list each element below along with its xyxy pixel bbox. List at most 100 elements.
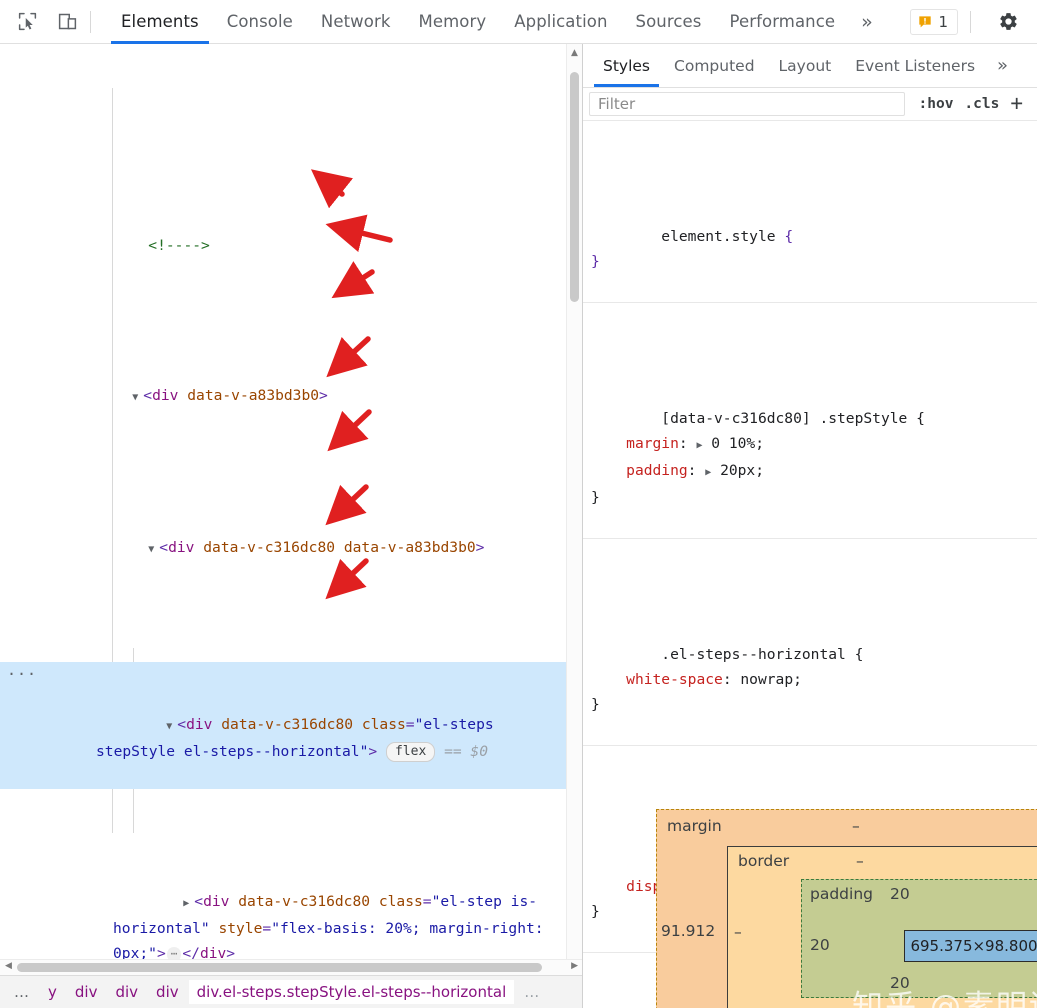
inspect-cursor-icon[interactable] <box>14 9 40 35</box>
tab-memory-label: Memory <box>418 12 487 31</box>
css-selector-stepstyle[interactable]: [data-v-c316dc80] .stepStyle <box>661 410 907 427</box>
tab-computed[interactable]: Computed <box>662 44 767 87</box>
toolbar-right-icons: 1 <box>910 7 1037 37</box>
tab-elements[interactable]: Elements <box>107 0 213 44</box>
tab-layout-label: Layout <box>778 56 832 75</box>
more-tabs-label: » <box>861 10 873 33</box>
tab-console-label: Console <box>226 12 293 31</box>
warning-icon <box>919 15 932 27</box>
dom-row-div-c316dc80-wrapper[interactable]: ▼ <div data-v-c316dc80 data-v-a83bd3b0> <box>0 510 568 587</box>
warning-count-badge[interactable]: 1 <box>910 8 958 35</box>
box-model-margin-top[interactable]: – <box>852 817 860 835</box>
css-selector-element-style[interactable]: element.style <box>661 228 775 245</box>
tab-application[interactable]: Application <box>500 0 621 44</box>
styles-more-tabs-label: » <box>997 55 1009 76</box>
css-rule-el-steps-horizontal[interactable]: .el-steps--horizontal { white-space: now… <box>583 614 1037 746</box>
selected-element-ref: == $0 <box>444 743 489 760</box>
box-model-padding-left[interactable]: 20 <box>810 936 830 954</box>
tab-network[interactable]: Network <box>307 0 405 44</box>
more-tabs-chevron-icon[interactable]: » <box>849 0 885 44</box>
css-prop-margin[interactable]: margin <box>626 435 679 452</box>
dom-row-el-steps-selected[interactable]: ··· ▼ <div data-v-c316dc80 class="el-step… <box>0 662 568 789</box>
tab-styles-label: Styles <box>603 56 651 75</box>
tab-application-label: Application <box>514 12 608 31</box>
scroll-left-arrow-icon[interactable]: ◀ <box>5 961 12 971</box>
css-prop-padding[interactable]: padding <box>626 462 688 479</box>
tab-layout[interactable]: Layout <box>767 44 844 87</box>
scroll-up-arrow-icon[interactable]: ▲ <box>567 48 582 58</box>
breadcrumb: … y div div div div.el-steps.stepStyle.e… <box>0 975 582 1008</box>
box-model-padding-bottom[interactable]: 20 <box>890 974 910 992</box>
breadcrumb-item-div-2[interactable]: div <box>107 980 146 1004</box>
tab-console[interactable]: Console <box>213 0 307 44</box>
styles-filter-input[interactable]: Filter <box>589 92 905 116</box>
device-toolbar-icon[interactable] <box>54 9 80 35</box>
expand-triangle-icon[interactable]: ▶ <box>183 891 194 916</box>
tab-performance-label: Performance <box>729 12 836 31</box>
css-value-white-space[interactable]: nowrap <box>740 671 793 688</box>
devtools-toolbar: Elements Console Network Memory Applicat… <box>0 0 1037 44</box>
devtools-panes: <!----> ▼ <div data-v-a83bd3b0> ▼ <div dat… <box>0 44 1037 1008</box>
tab-event-listeners[interactable]: Event Listeners <box>843 44 987 87</box>
dom-hscroll-thumb[interactable] <box>17 963 542 972</box>
dom-gutter-marker[interactable]: ··· <box>7 662 37 687</box>
box-model-padding-label: padding <box>810 885 873 903</box>
dom-row-div-a83bd3b0[interactable]: ▼ <div data-v-a83bd3b0> <box>0 358 568 435</box>
flex-badge[interactable]: flex <box>385 742 436 762</box>
tab-event-listeners-label: Event Listeners <box>855 56 976 75</box>
css-prop-white-space[interactable]: white-space <box>626 671 723 688</box>
box-model-padding-top[interactable]: 20 <box>890 885 910 903</box>
styles-more-tabs-icon[interactable]: » <box>987 44 1018 87</box>
dom-vertical-scrollbar[interactable]: ▲ ▼ <box>566 44 582 974</box>
box-model-border-left[interactable]: – <box>734 923 742 941</box>
cls-toggle-button[interactable]: .cls <box>964 96 999 112</box>
css-value-padding[interactable]: 20px <box>720 462 755 479</box>
box-model-margin-label: margin <box>667 817 722 835</box>
expand-triangle-icon[interactable]: ▼ <box>132 385 143 410</box>
expand-triangle-icon[interactable]: ▼ <box>148 537 159 562</box>
dom-tree: <!----> ▼ <div data-v-a83bd3b0> ▼ <div dat… <box>0 44 568 1008</box>
tab-performance[interactable]: Performance <box>716 0 850 44</box>
expand-shorthand-icon[interactable]: ▶ <box>696 440 702 451</box>
dom-horizontal-scrollbar[interactable]: ◀ ▶ <box>0 959 582 975</box>
toolbar-left-icons <box>0 9 80 35</box>
css-rule-element-style[interactable]: element.style { } <box>583 196 1037 303</box>
box-model-content-size[interactable]: 695.375×98.800 <box>904 930 1037 962</box>
dom-tree-pane: <!----> ▼ <div data-v-a83bd3b0> ▼ <div dat… <box>0 44 583 1008</box>
box-model-border-label: border <box>738 852 790 870</box>
box-model-border[interactable]: border – – – – padding 20 20 20 20 695.3… <box>727 846 1037 1008</box>
breadcrumb-item-div-3[interactable]: div <box>148 980 187 1004</box>
dom-scroll-thumb[interactable] <box>570 72 579 302</box>
toolbar-divider-right <box>970 10 971 33</box>
dom-comment-text: <!----> <box>148 237 210 254</box>
tab-sources[interactable]: Sources <box>622 0 716 44</box>
tab-elements-label: Elements <box>121 12 199 31</box>
expand-shorthand-icon[interactable]: ▶ <box>705 467 711 478</box>
css-rule-stepstyle[interactable]: [data-v-c316dc80] .stepStyle { margin: ▶… <box>583 378 1037 539</box>
new-style-rule-button[interactable]: + <box>1010 91 1023 115</box>
dom-row-comment[interactable]: <!----> <box>0 208 568 283</box>
css-selector-el-steps-horizontal[interactable]: .el-steps--horizontal <box>661 646 846 663</box>
scroll-right-arrow-icon[interactable]: ▶ <box>571 961 578 971</box>
hov-toggle-button[interactable]: :hov <box>919 96 954 112</box>
css-value-margin[interactable]: 0 10% <box>711 435 755 452</box>
gear-icon[interactable] <box>991 7 1025 37</box>
styles-pane: Styles Computed Layout Event Listeners »… <box>583 44 1037 1008</box>
box-model-border-top[interactable]: – <box>856 852 864 870</box>
tab-network-label: Network <box>320 12 391 31</box>
panel-tabs: Elements Console Network Memory Applicat… <box>107 0 885 44</box>
box-model-margin[interactable]: margin – 91.912 91.912 – border – – – – … <box>656 809 1037 1008</box>
expand-triangle-icon[interactable]: ▼ <box>166 714 177 739</box>
breadcrumb-overflow-start[interactable]: … <box>6 980 38 1004</box>
tab-computed-label: Computed <box>674 56 755 75</box>
box-model-padding[interactable]: padding 20 20 20 20 695.375×98.800 <box>801 879 1037 998</box>
box-model-margin-left[interactable]: 91.912 <box>661 922 715 940</box>
tab-styles[interactable]: Styles <box>591 44 662 87</box>
toolbar-divider <box>90 10 91 33</box>
breadcrumb-item-selected[interactable]: div.el-steps.stepStyle.el-steps--horizon… <box>188 980 515 1004</box>
breadcrumb-item-y[interactable]: y <box>40 980 65 1004</box>
breadcrumb-item-div-1[interactable]: div <box>67 980 106 1004</box>
styles-pane-tabs: Styles Computed Layout Event Listeners » <box>583 44 1037 88</box>
tab-memory[interactable]: Memory <box>405 0 501 44</box>
breadcrumb-overflow-end[interactable]: … <box>516 980 548 1004</box>
